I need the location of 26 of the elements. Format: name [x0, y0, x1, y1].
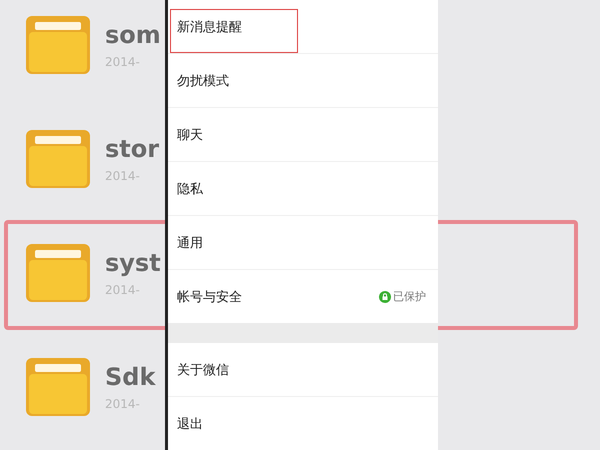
settings-item[interactable]: 关于微信 — [168, 343, 438, 397]
folder-name: syst — [105, 249, 161, 277]
item-label: 退出 — [177, 416, 203, 432]
settings-item[interactable]: 隐私 — [168, 162, 438, 216]
folder-icon — [25, 356, 91, 418]
item-label: 新消息提醒 — [177, 18, 242, 36]
settings-item[interactable]: 聊天 — [168, 108, 438, 162]
folder-icon — [25, 14, 91, 76]
settings-item[interactable]: 退出 — [168, 397, 438, 450]
settings-item[interactable]: 通用 — [168, 216, 438, 270]
status-text: 已保护 — [393, 289, 426, 304]
lock-icon — [379, 290, 391, 302]
item-label: 帐号与安全 — [177, 288, 242, 306]
settings-item[interactable]: 帐号与安全 已保护 — [168, 270, 438, 323]
folder-name: Sdk — [105, 363, 156, 391]
folder-name: stor — [105, 135, 160, 163]
folder-name: som — [105, 21, 161, 49]
settings-item[interactable]: 新消息提醒 — [168, 0, 438, 54]
item-label: 聊天 — [177, 126, 203, 144]
item-label: 勿扰模式 — [177, 72, 229, 90]
settings-item[interactable]: 勿扰模式 — [168, 54, 438, 108]
item-label: 隐私 — [177, 180, 203, 198]
folder-icon — [25, 242, 91, 304]
folder-icon — [25, 128, 91, 190]
item-label: 通用 — [177, 234, 203, 252]
item-label: 关于微信 — [177, 362, 229, 378]
